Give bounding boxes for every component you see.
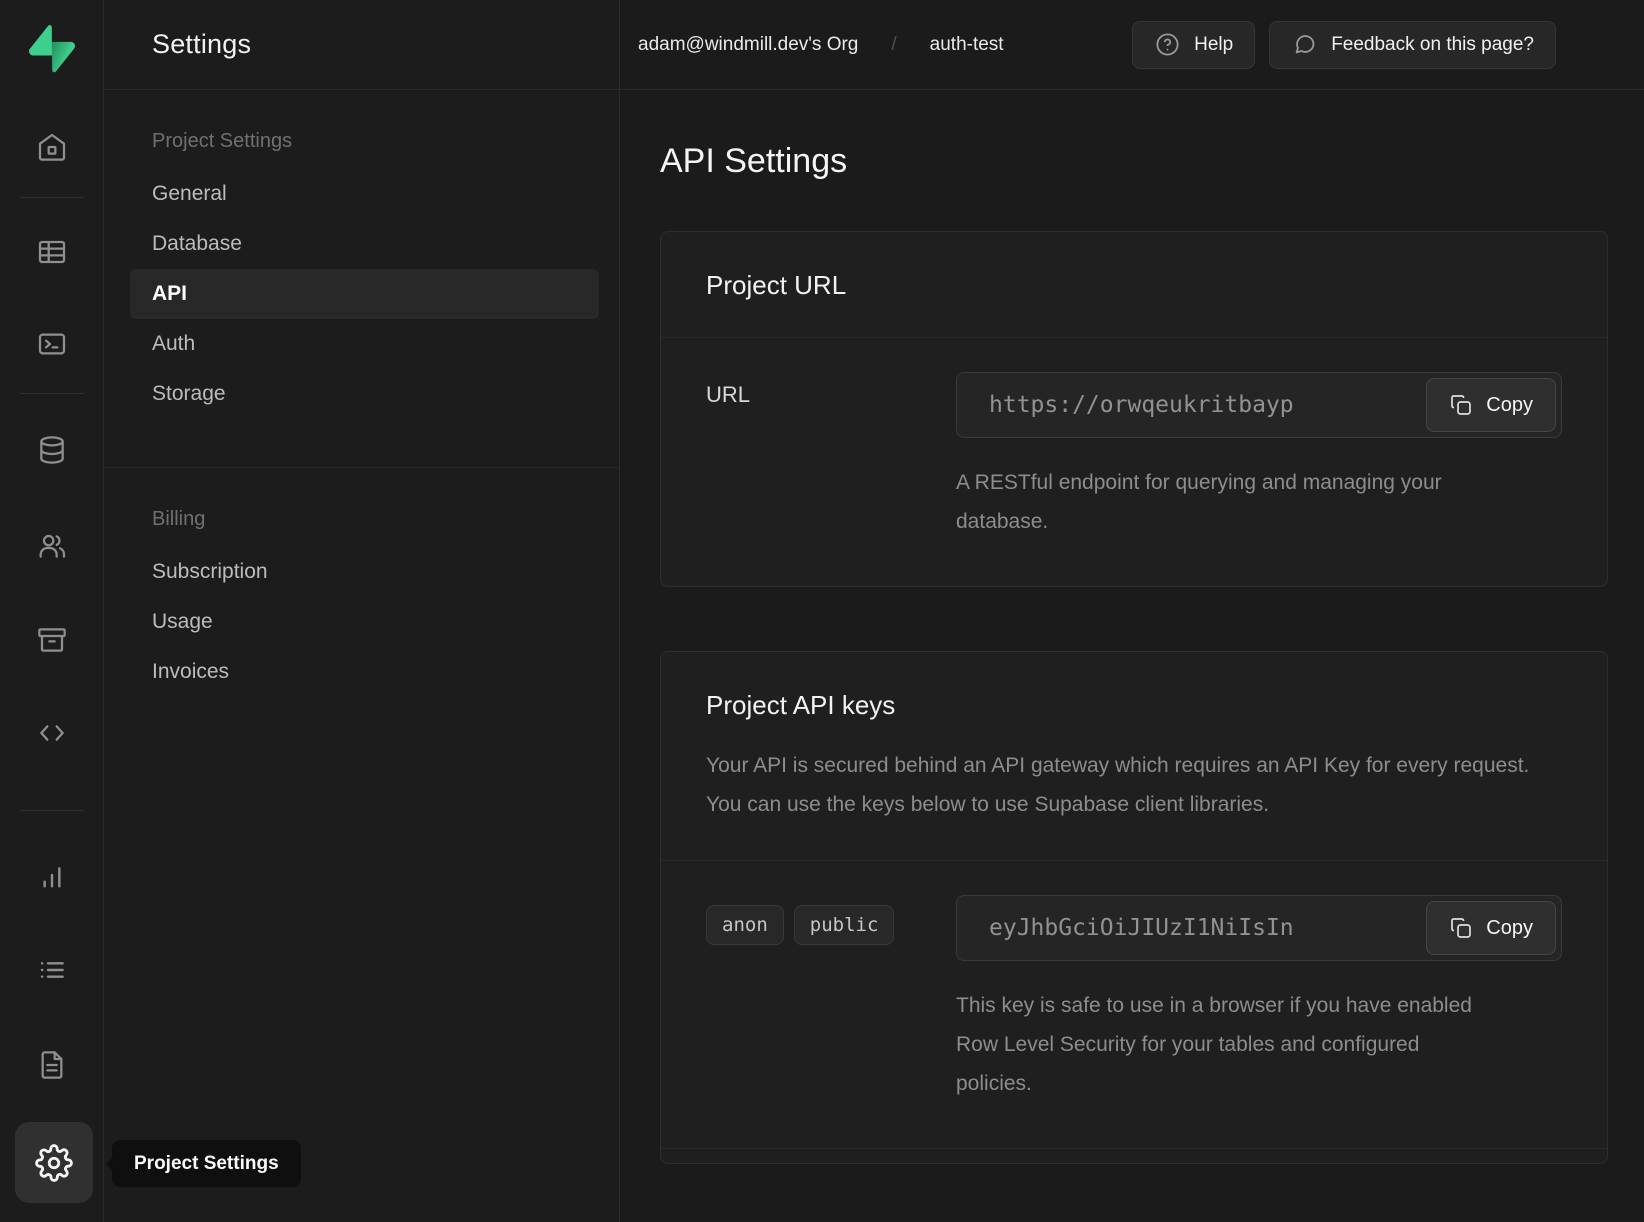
feedback-button[interactable]: Feedback on this page? — [1269, 21, 1556, 69]
nav-item-auth[interactable]: Auth — [104, 319, 619, 369]
url-description: A RESTful endpoint for querying and mana… — [956, 464, 1501, 542]
supabase-logo[interactable] — [29, 25, 75, 73]
nav-item-usage[interactable]: Usage — [104, 597, 619, 647]
docs-icon[interactable] — [35, 1048, 69, 1082]
help-button[interactable]: Help — [1132, 21, 1255, 69]
top-bar: adam@windmill.dev's Org / auth-test Help… — [620, 0, 1644, 90]
copy-url-label: Copy — [1486, 394, 1533, 417]
copy-icon — [1449, 916, 1473, 940]
settings-nav-header: Settings — [104, 0, 619, 90]
nav-section-billing: Billing — [104, 508, 619, 531]
project-api-keys-card: Project API keys Your API is secured beh… — [660, 651, 1608, 1164]
anon-key-input[interactable]: eyJhbGciOiJIUzI1NiIsIn Copy — [956, 895, 1562, 961]
icon-rail — [0, 0, 104, 1222]
page-title: API Settings — [660, 142, 1644, 181]
project-settings-tooltip: Project Settings — [112, 1140, 301, 1187]
home-icon[interactable] — [35, 130, 69, 164]
edge-functions-icon[interactable] — [35, 716, 69, 750]
settings-nav: Settings Project Settings General Databa… — [104, 0, 620, 1222]
project-url-card: Project URL URL https://orwqeukritbayp — [660, 231, 1608, 587]
main-column: adam@windmill.dev's Org / auth-test Help… — [620, 0, 1644, 1222]
help-button-label: Help — [1194, 34, 1233, 56]
anon-badge: anon — [706, 905, 784, 945]
api-settings-content: API Settings Project URL URL https://orw… — [620, 90, 1644, 1164]
project-url-card-title: Project URL — [706, 270, 1562, 301]
nav-item-general[interactable]: General — [104, 169, 619, 219]
nav-divider — [104, 467, 619, 468]
nav-item-subscription[interactable]: Subscription — [104, 547, 619, 597]
copy-url-button[interactable]: Copy — [1426, 378, 1556, 432]
speech-bubble-icon — [1291, 31, 1318, 58]
public-badge: public — [794, 905, 895, 945]
logs-icon[interactable] — [35, 953, 69, 987]
rail-divider — [20, 197, 84, 198]
database-icon[interactable] — [35, 433, 69, 467]
nav-item-invoices[interactable]: Invoices — [104, 647, 619, 697]
project-url-input[interactable]: https://orwqeukritbayp Copy — [956, 372, 1562, 438]
copy-icon — [1449, 393, 1473, 417]
rail-divider — [20, 810, 84, 811]
api-keys-description-line1: Your API is secured behind an API gatewa… — [706, 747, 1536, 786]
breadcrumb-org[interactable]: adam@windmill.dev's Org — [638, 34, 858, 56]
rail-divider — [20, 393, 84, 394]
copy-anon-key-label: Copy — [1486, 917, 1533, 940]
nav-item-storage[interactable]: Storage — [104, 369, 619, 419]
api-keys-card-title: Project API keys — [706, 690, 1562, 721]
copy-anon-key-button[interactable]: Copy — [1426, 901, 1556, 955]
project-settings-gear-button[interactable] — [15, 1122, 93, 1203]
settings-title: Settings — [152, 29, 251, 60]
breadcrumb-separator: / — [891, 34, 896, 56]
nav-item-api[interactable]: API — [130, 269, 599, 319]
table-editor-icon[interactable] — [35, 235, 69, 269]
help-circle-icon — [1154, 31, 1181, 58]
nav-item-database[interactable]: Database — [104, 219, 619, 269]
anon-key-description: This key is safe to use in a browser if … — [956, 987, 1501, 1104]
breadcrumb-project[interactable]: auth-test — [930, 34, 1004, 56]
api-keys-description-line2: You can use the keys below to use Supaba… — [706, 786, 1536, 825]
auth-users-icon[interactable] — [35, 529, 69, 563]
settings-gear-icon — [35, 1144, 73, 1182]
feedback-button-label: Feedback on this page? — [1331, 34, 1534, 56]
reports-icon[interactable] — [35, 860, 69, 894]
sql-editor-icon[interactable] — [35, 327, 69, 361]
nav-section-project-settings: Project Settings — [104, 130, 619, 153]
storage-icon[interactable] — [35, 623, 69, 657]
url-field-label: URL — [706, 382, 750, 407]
